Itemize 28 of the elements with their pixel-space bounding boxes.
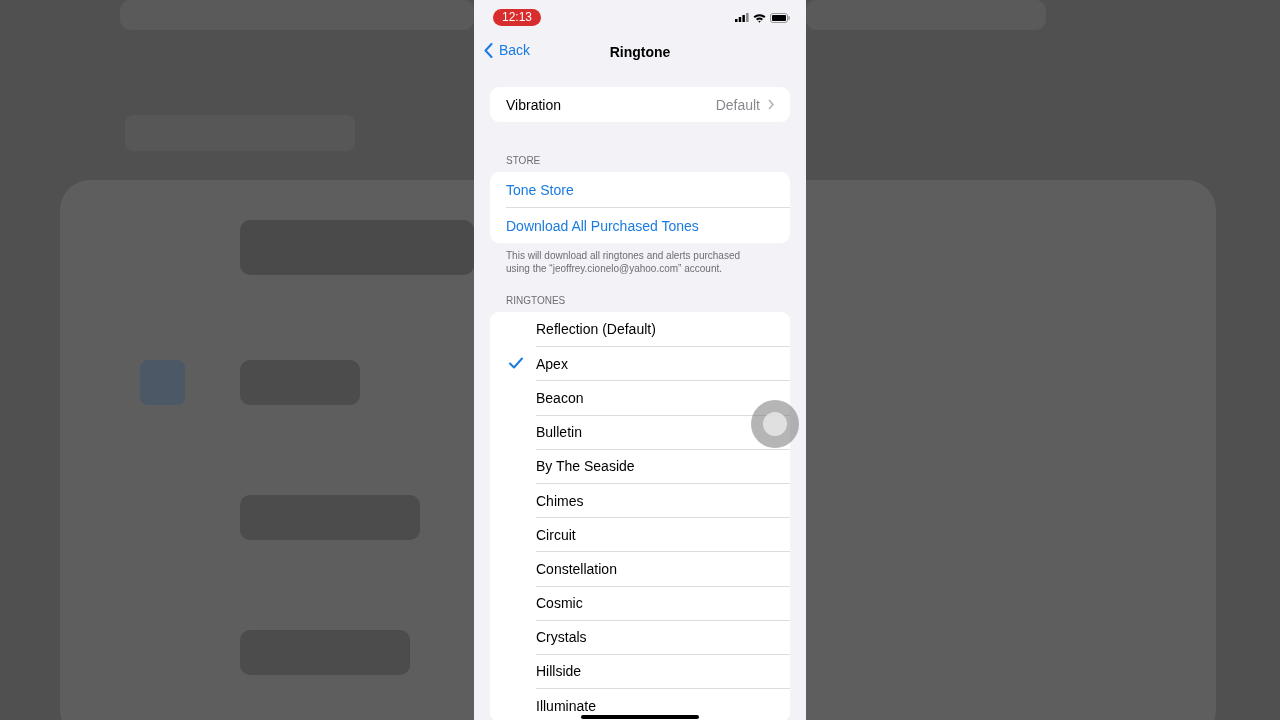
ringtone-item[interactable]: Constellation — [490, 551, 790, 586]
ringtone-item[interactable]: Beacon — [490, 380, 790, 415]
vibration-value: Default — [715, 96, 760, 113]
screen-title: Ringtone — [609, 44, 671, 60]
chevron-right-icon — [768, 99, 774, 110]
ringtone-item[interactable]: Hillside — [490, 653, 790, 689]
store-link[interactable]: Tone Store — [490, 172, 790, 207]
signal-icon — [735, 13, 749, 22]
ringtone-item[interactable]: Bulletin — [490, 414, 790, 449]
ringtone-item[interactable]: Circuit — [490, 517, 790, 552]
status-time: 12:13 — [493, 9, 542, 26]
store-link[interactable]: Download All Purchased Tones — [506, 207, 790, 243]
section-footer: This will download all ringtones and alerts purchased using the “jeoffrey.cionelo@yahoo.com” account. — [474, 243, 806, 275]
ringtone-item[interactable]: By The Seaside — [490, 448, 790, 483]
vibration-label: Vibration — [506, 96, 561, 113]
battery-icon — [770, 12, 790, 23]
vibration-row[interactable]: Vibration Default — [490, 87, 790, 122]
touch-indicator[interactable] — [751, 400, 799, 448]
ringtone-item[interactable]: Apex — [490, 346, 790, 381]
ringtone-item[interactable]: Cosmic — [490, 585, 790, 620]
section-header: STORE — [505, 155, 542, 166]
section-header: RINGTONES — [505, 295, 567, 306]
ringtone-item[interactable]: Reflection (Default) — [490, 312, 790, 347]
chevron-left-icon — [484, 42, 493, 58]
ringtone-item[interactable]: Crystals — [490, 619, 790, 654]
ringtone-item[interactable]: Chimes — [490, 482, 790, 518]
wifi-icon — [753, 12, 766, 23]
back-button[interactable]: Back — [484, 42, 531, 58]
